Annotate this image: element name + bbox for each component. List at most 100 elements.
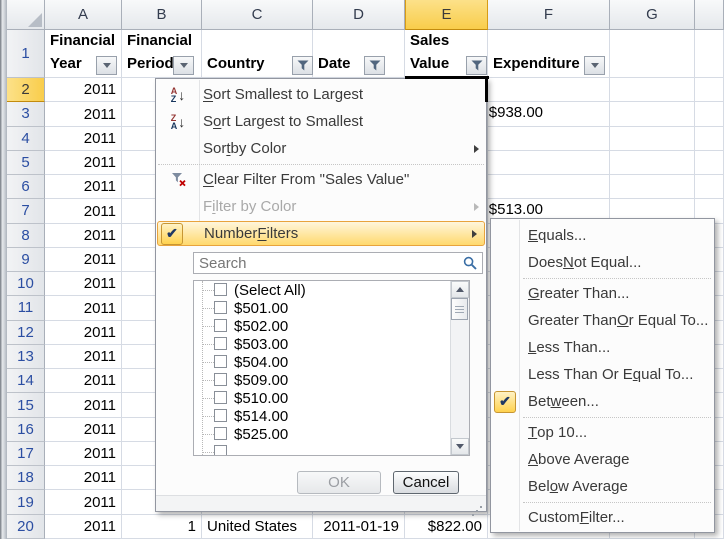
cell-A15[interactable]: 2011	[45, 393, 122, 417]
cell-A6[interactable]: 2011	[45, 175, 122, 199]
menu-resize-bar[interactable]	[156, 495, 486, 511]
cell-F3[interactable]: -$938.00	[488, 102, 610, 126]
cell-A11[interactable]: 2011	[45, 296, 122, 320]
cell-H4[interactable]	[695, 127, 724, 151]
cell-C20[interactable]: United States	[202, 515, 313, 539]
value-checkbox[interactable]	[214, 301, 227, 314]
cell-B20[interactable]: 1	[122, 515, 202, 539]
row-header-15[interactable]: 15	[7, 393, 45, 417]
cell-F4[interactable]	[488, 127, 610, 151]
ok-button[interactable]: OK	[297, 471, 381, 494]
cell-A13[interactable]: 2011	[45, 345, 122, 369]
column-header-B[interactable]: B	[122, 0, 202, 30]
row-header-11[interactable]: 11	[7, 296, 45, 320]
value-row--510-00[interactable]: $510.00	[194, 389, 469, 407]
value-row--503-00[interactable]: $503.00	[194, 335, 469, 353]
cell-A16[interactable]: 2011	[45, 418, 122, 442]
submenu-item-greater-than-or-equal-to[interactable]: Greater Than Or Equal To...	[491, 307, 714, 334]
cell-D1[interactable]: Date	[313, 30, 405, 78]
menu-item-filter-by-color[interactable]: Filter by Color	[156, 193, 486, 220]
value-row--514-00[interactable]: $514.00	[194, 407, 469, 425]
column-header-G[interactable]: G	[610, 0, 695, 30]
value-checkbox[interactable]	[214, 319, 227, 332]
submenu-item-custom-filter[interactable]: Custom Filter...	[491, 504, 714, 531]
submenu-item-equals[interactable]: Equals...	[491, 222, 714, 249]
value-checkbox[interactable]	[214, 409, 227, 422]
cell-A4[interactable]: 2011	[45, 127, 122, 151]
scroll-up-button[interactable]	[451, 281, 469, 298]
row-header-8[interactable]: 8	[7, 224, 45, 248]
submenu-item-above-average[interactable]: Above Average	[491, 446, 714, 473]
cell-F5[interactable]	[488, 151, 610, 175]
menu-item-sort-smallest-to-largest[interactable]: AZ↓Sort Smallest to Largest	[156, 81, 486, 108]
cell-A3[interactable]: 2011	[45, 102, 122, 126]
value-row--select-all-[interactable]: (Select All)	[194, 281, 469, 299]
cell-A19[interactable]: 2011	[45, 490, 122, 514]
row-header-13[interactable]: 13	[7, 345, 45, 369]
value-checkbox[interactable]	[214, 337, 227, 350]
cell-H5[interactable]	[695, 151, 724, 175]
value-row--502-00[interactable]: $502.00	[194, 317, 469, 335]
search-input[interactable]	[194, 253, 482, 273]
row-header-9[interactable]: 9	[7, 248, 45, 272]
column-header-E[interactable]: E	[405, 0, 488, 30]
cell-H3[interactable]	[695, 102, 724, 126]
value-row--509-00[interactable]: $509.00	[194, 371, 469, 389]
cell-G6[interactable]	[610, 175, 695, 199]
cell-H2[interactable]	[695, 78, 724, 102]
filter-button-a-arrow[interactable]	[96, 56, 117, 75]
cell-A17[interactable]: 2011	[45, 442, 122, 466]
cell-A8[interactable]: 2011	[45, 224, 122, 248]
submenu-item-greater-than[interactable]: Greater Than...	[491, 280, 714, 307]
list-scrollbar[interactable]	[450, 281, 469, 455]
cell-A7[interactable]: 2011	[45, 199, 122, 223]
row-header-12[interactable]: 12	[7, 321, 45, 345]
column-header-C[interactable]: C	[202, 0, 313, 30]
menu-item-clear-filter-from-sales-value[interactable]: Clear Filter From "Sales Value"	[156, 166, 486, 193]
cell-H6[interactable]	[695, 175, 724, 199]
cell-D20[interactable]: 2011-01-19	[313, 515, 405, 539]
cell-A12[interactable]: 2011	[45, 321, 122, 345]
submenu-item-less-than-or-equal-to[interactable]: Less Than Or Equal To...	[491, 361, 714, 388]
filter-button-b-arrow[interactable]	[173, 56, 194, 75]
row-header-6[interactable]: 6	[7, 175, 45, 199]
cell-A5[interactable]: 2011	[45, 151, 122, 175]
cell-G1[interactable]	[610, 30, 695, 78]
row-header-2[interactable]: 2	[7, 78, 45, 102]
submenu-item-less-than[interactable]: Less Than...	[491, 334, 714, 361]
cell-A14[interactable]: 2011	[45, 369, 122, 393]
submenu-item-between[interactable]: ✔Between...	[491, 388, 714, 415]
row-header-3[interactable]: 3	[7, 102, 45, 126]
column-header-partial[interactable]	[695, 0, 724, 30]
value-checkbox[interactable]	[214, 283, 227, 296]
select-all-corner[interactable]	[7, 0, 45, 30]
column-header-D[interactable]: D	[313, 0, 405, 30]
menu-item-sort-by-color[interactable]: Sort by Color	[156, 135, 486, 162]
column-header-F[interactable]: F	[488, 0, 610, 30]
submenu-item-below-average[interactable]: Below Average	[491, 473, 714, 500]
cell-A18[interactable]: 2011	[45, 466, 122, 490]
cell-H1[interactable]	[695, 30, 724, 78]
scroll-down-button[interactable]	[451, 438, 469, 455]
cell-A20[interactable]: 2011	[45, 515, 122, 539]
row-header-14[interactable]: 14	[7, 369, 45, 393]
row-header-4[interactable]: 4	[7, 127, 45, 151]
filter-button-c-funnel[interactable]	[292, 56, 313, 75]
filter-button-f-arrow[interactable]	[584, 56, 605, 75]
cell-A9[interactable]: 2011	[45, 248, 122, 272]
row-header-5[interactable]: 5	[7, 151, 45, 175]
cell-G5[interactable]	[610, 151, 695, 175]
value-row--504-00[interactable]: $504.00	[194, 353, 469, 371]
value-checkbox[interactable]	[214, 355, 227, 368]
row-header-19[interactable]: 19	[7, 490, 45, 514]
menu-item-sort-largest-to-smallest[interactable]: ZA↓Sort Largest to Smallest	[156, 108, 486, 135]
column-header-A[interactable]: A	[45, 0, 122, 30]
submenu-item-does-not-equal[interactable]: Does Not Equal...	[491, 249, 714, 276]
value-checkbox[interactable]	[214, 373, 227, 386]
cell-F6[interactable]	[488, 175, 610, 199]
submenu-item-top-10[interactable]: Top 10...	[491, 419, 714, 446]
filter-button-d-funnel[interactable]	[364, 56, 385, 75]
value-row--501-00[interactable]: $501.00	[194, 299, 469, 317]
cancel-button[interactable]: Cancel	[393, 471, 459, 494]
row-header-17[interactable]: 17	[7, 442, 45, 466]
